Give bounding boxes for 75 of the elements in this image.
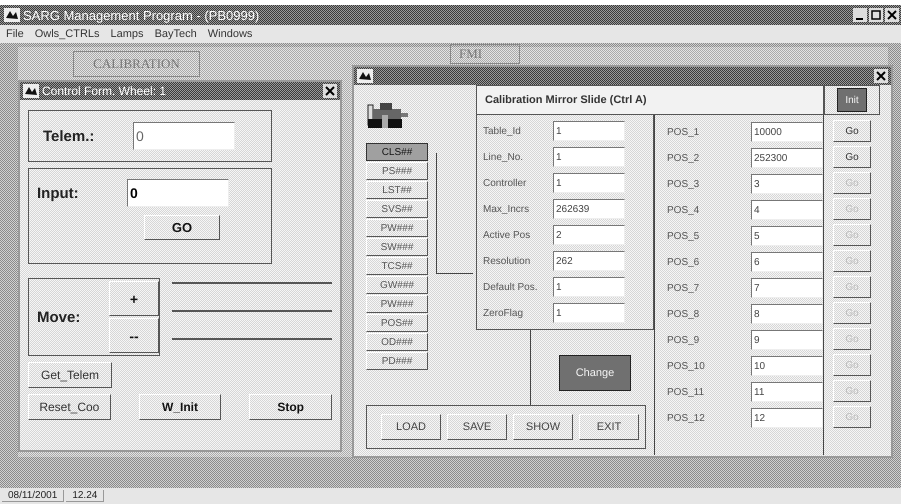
machine-icon [366, 101, 410, 131]
go-button[interactable]: GO [144, 215, 220, 240]
field-label: POS_8 [667, 308, 700, 320]
field-label: POS_12 [667, 412, 706, 424]
unit-button[interactable]: PS### [366, 162, 428, 180]
input-field[interactable]: 2 [553, 225, 625, 245]
status-text: 12.24 [66, 490, 104, 502]
field-label: Controller [483, 178, 528, 188]
field-label: POS_11 [667, 386, 706, 398]
unit-button[interactable]: SVS## [366, 200, 428, 218]
input-field[interactable]: 252300 [751, 148, 823, 168]
field-label: ZeroFlag [483, 308, 524, 318]
action-button[interactable]: EXIT [579, 414, 639, 440]
field-label: POS_7 [667, 282, 700, 294]
menu-item[interactable]: BayTech [154, 28, 197, 40]
unit-button[interactable]: CLS## [366, 143, 428, 161]
field-label: Max_Incrs [483, 204, 530, 214]
unit-button[interactable]: PW### [366, 219, 428, 237]
field-label: POS_10 [667, 360, 706, 372]
field-label: Default Pos. [483, 282, 538, 292]
tab[interactable]: FMI [450, 44, 520, 64]
field-label: POS_1 [667, 126, 700, 138]
unit-button[interactable]: GW### [366, 276, 428, 294]
input-field[interactable]: 262 [553, 251, 625, 271]
unit-button[interactable]: PD### [366, 352, 428, 370]
app-icon [4, 8, 20, 22]
action-button[interactable]: SHOW [513, 414, 573, 440]
field-label: Resolution [483, 256, 532, 266]
unit-button[interactable]: TCS## [366, 257, 428, 275]
action-button[interactable]: W_Init [138, 394, 222, 420]
status-text: 08/11/2001 [2, 490, 64, 502]
input-field[interactable]: 1 [553, 147, 625, 167]
action-button[interactable]: Reset_Coo [28, 394, 111, 420]
menu-item[interactable]: Owls_CTRLs [34, 28, 100, 40]
input-field[interactable]: 1 [553, 121, 625, 141]
field-label: Move: [37, 308, 82, 326]
unit-button[interactable]: SW### [366, 238, 428, 256]
input-field[interactable]: 10000 [751, 122, 823, 142]
action-button[interactable]: SAVE [447, 414, 507, 440]
menu-item[interactable]: Windows [208, 28, 252, 40]
go-button[interactable]: Go [833, 120, 871, 142]
minus-button[interactable]: -- [109, 318, 159, 353]
go-button[interactable]: Go [833, 146, 871, 168]
field-label: POS_4 [667, 204, 700, 216]
app-icon [23, 84, 39, 98]
input-field[interactable]: 1 [553, 277, 625, 297]
field-label: POS_5 [667, 230, 700, 242]
input-field[interactable]: 1 [553, 173, 625, 193]
field-label: Active Pos [483, 230, 532, 240]
field-label: Line_No. [483, 152, 524, 162]
unit-button[interactable]: OD### [366, 333, 428, 351]
field-label: Input: [37, 184, 80, 202]
init-button[interactable]: Init [837, 88, 867, 112]
input-field[interactable]: 0 [127, 179, 229, 207]
window-title: Control Form. Wheel: 1 [42, 84, 168, 98]
action-button[interactable]: Get_Telem [28, 362, 112, 388]
field-label: POS_3 [667, 178, 700, 190]
plus-button[interactable]: + [109, 281, 159, 316]
app-icon [357, 69, 373, 83]
field-label: POS_9 [667, 334, 700, 346]
action-button[interactable]: LOAD [381, 414, 441, 440]
menu-item[interactable]: Lamps [110, 28, 144, 40]
input-field[interactable]: 1 [553, 303, 625, 323]
field-label: POS_6 [667, 256, 700, 268]
form-heading: Calibration Mirror Slide (Ctrl A) [485, 94, 647, 106]
unit-button[interactable]: LST## [366, 181, 428, 199]
menu-item[interactable]: File [6, 28, 24, 40]
field-label: POS_2 [667, 152, 700, 164]
unit-button[interactable]: POS## [366, 314, 428, 332]
field-label: Telem.: [43, 128, 96, 144]
action-button[interactable]: Stop [249, 394, 332, 420]
input-field[interactable]: 262639 [553, 199, 625, 219]
change-button[interactable]: Change [559, 355, 631, 391]
field-label: Table_Id [483, 126, 522, 136]
unit-button[interactable]: PW### [366, 295, 428, 313]
